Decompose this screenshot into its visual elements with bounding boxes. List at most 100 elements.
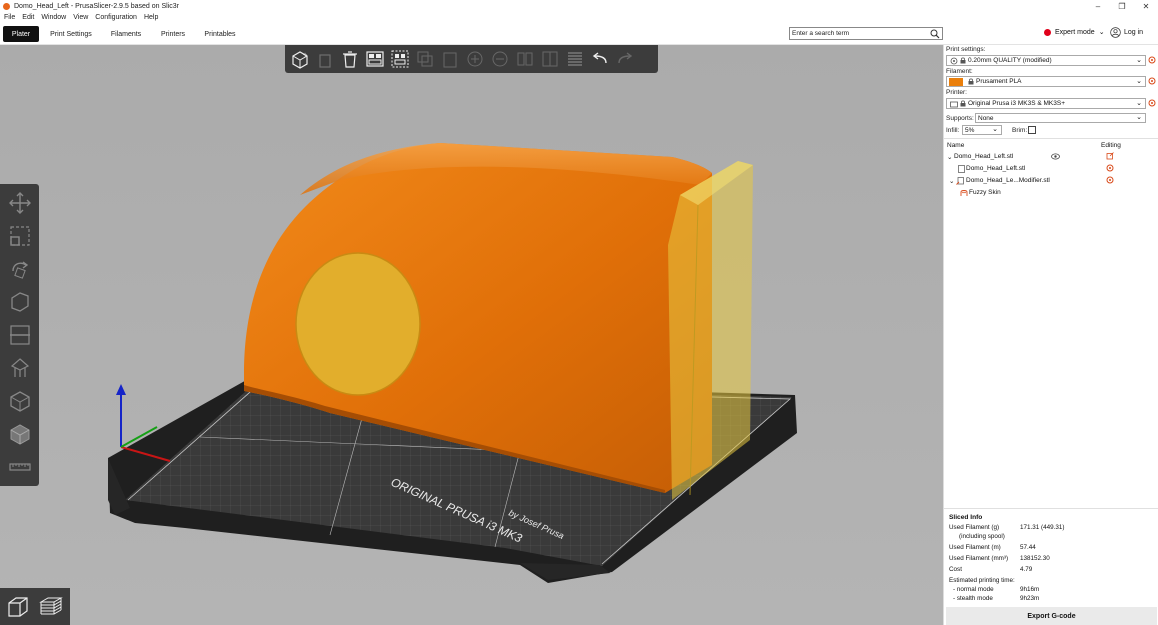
search-box[interactable]: [789, 27, 943, 40]
split-objects-button[interactable]: [514, 48, 536, 70]
menu-file[interactable]: File: [4, 14, 15, 21]
divider: [944, 138, 1158, 139]
supports-paint-button[interactable]: [6, 354, 34, 381]
cube-view-icon: [7, 596, 28, 617]
tab-printers[interactable]: Printers: [154, 26, 192, 42]
print-settings-combo[interactable]: 0.20mm QUALITY (modified) ⌄: [946, 55, 1146, 66]
menu-edit[interactable]: Edit: [22, 14, 34, 21]
layers-editing-button[interactable]: [564, 48, 586, 70]
maximize-button[interactable]: ❐: [1110, 0, 1134, 12]
prusaslicer-logo-icon: [3, 2, 10, 10]
settings-gear-icon[interactable]: [1106, 164, 1114, 172]
scale-tool-button[interactable]: [6, 222, 34, 249]
seam-paint-button[interactable]: [6, 387, 34, 414]
copy-button[interactable]: [414, 48, 436, 70]
rotate-tool-button[interactable]: [6, 255, 34, 282]
login-button[interactable]: Log in: [1110, 27, 1143, 38]
sliced-info-label: - normal mode: [953, 586, 994, 593]
brim-checkbox[interactable]: [1028, 126, 1036, 134]
window-title: Domo_Head_Left - PrusaSlicer-2.9.5 based…: [14, 2, 179, 10]
remove-instance-button[interactable]: [489, 48, 511, 70]
tab-printables[interactable]: Printables: [198, 26, 242, 42]
place-on-face-button[interactable]: [6, 288, 34, 315]
delete-button[interactable]: [314, 48, 336, 70]
arrange-icon: [366, 51, 384, 67]
cut-tool-button[interactable]: [6, 321, 34, 348]
sliced-info-value: 9h23m: [1020, 595, 1040, 602]
filament-label: Filament:: [946, 68, 973, 75]
arrange-selection-button[interactable]: [389, 48, 411, 70]
close-button[interactable]: ✕: [1134, 0, 1158, 12]
delete-all-button[interactable]: [339, 48, 361, 70]
print-settings-label: Print settings:: [946, 46, 986, 53]
expand-arrow-icon[interactable]: ⌄: [949, 177, 954, 185]
menu-help[interactable]: Help: [144, 14, 158, 21]
paste-button[interactable]: [439, 48, 461, 70]
export-gcode-button[interactable]: Export G-code: [946, 607, 1157, 625]
copy-icon: [417, 51, 433, 67]
divider: [944, 508, 1158, 509]
ruler-icon: [8, 462, 31, 471]
sliced-info-value: 57.44: [1020, 544, 1036, 551]
top-toolbar: +: [285, 45, 658, 73]
delete-icon: [319, 54, 331, 68]
tab-plater[interactable]: Plater: [3, 26, 39, 42]
printer-label: Printer:: [946, 89, 967, 96]
edit-print-settings-gear-icon[interactable]: [1148, 56, 1156, 64]
edit-printer-gear-icon[interactable]: [1148, 99, 1156, 107]
preview-button[interactable]: [37, 593, 64, 621]
mmu-paint-button[interactable]: [6, 420, 34, 447]
sliced-info-label: (including spool): [959, 533, 1005, 540]
search-icon[interactable]: [930, 29, 940, 39]
sliced-info-value: 4.79: [1020, 566, 1033, 573]
support-icon: [10, 357, 29, 377]
3d-viewport[interactable]: ORIGINAL PRUSA i3 MK3 by Josef Prusa +: [0, 45, 943, 625]
redo-icon: [618, 52, 633, 64]
menu-configuration[interactable]: Configuration: [95, 14, 137, 21]
redo-button[interactable]: [614, 48, 636, 70]
menu-window[interactable]: Window: [41, 14, 66, 21]
printer-combo[interactable]: Original Prusa i3 MK3S & MK3S+ ⌄: [946, 98, 1146, 109]
supports-label: Supports:: [946, 115, 974, 122]
search-input[interactable]: [790, 30, 928, 37]
eye-icon[interactable]: [1051, 153, 1060, 160]
add-object-button[interactable]: +: [289, 48, 311, 70]
title-bar: Domo_Head_Left - PrusaSlicer-2.9.5 based…: [0, 0, 1158, 12]
sliced-info-label: Used Filament (m): [949, 544, 1001, 551]
filament-combo[interactable]: Prusament PLA ⌄: [946, 76, 1146, 87]
expand-arrow-icon[interactable]: ⌄: [947, 153, 952, 161]
sliced-info-label: - stealth mode: [953, 595, 993, 602]
move-tool-button[interactable]: [6, 189, 34, 216]
minimize-button[interactable]: –: [1086, 0, 1110, 12]
object-list-editing-header: Editing: [1101, 142, 1121, 149]
split-parts-button[interactable]: [539, 48, 561, 70]
tab-print-settings[interactable]: Print Settings: [44, 26, 98, 42]
right-sidebar: Print settings: 0.20mm QUALITY (modified…: [943, 45, 1158, 625]
edit-filament-gear-icon[interactable]: [1148, 77, 1156, 85]
sliced-info: Sliced Info Used Filament (g) 171.31 (44…: [944, 510, 1158, 605]
add-instance-button[interactable]: [464, 48, 486, 70]
print-profile-gear-icon: [950, 57, 958, 64]
tab-filaments[interactable]: Filaments: [104, 26, 148, 42]
infill-combo[interactable]: 5% ⌄: [962, 125, 1002, 135]
menu-bar: File Edit Window View Configuration Help: [0, 12, 165, 23]
chevron-down-icon: ⌄: [1136, 78, 1142, 85]
3d-view-button[interactable]: [4, 593, 31, 621]
filament-color-swatch[interactable]: [949, 77, 963, 86]
part-icon: [958, 165, 965, 173]
scene-canvas[interactable]: ORIGINAL PRUSA i3 MK3 by Josef Prusa: [0, 45, 943, 625]
menu-view[interactable]: View: [73, 14, 88, 21]
sliced-info-label: Used Filament (mm³): [949, 555, 1009, 562]
settings-gear-icon[interactable]: [1106, 176, 1114, 184]
tab-bar: Plater Print Settings Filaments Printers…: [0, 23, 1158, 45]
undo-button[interactable]: [589, 48, 611, 70]
sliced-info-value: 171.31 (449.31): [1020, 524, 1065, 531]
modifier-icon: [956, 177, 964, 185]
measure-tool-button[interactable]: [6, 453, 34, 480]
place-on-face-icon: [10, 291, 29, 312]
arrange-button[interactable]: [364, 48, 386, 70]
edit-object-icon[interactable]: [1106, 152, 1114, 160]
mode-selector[interactable]: Expert mode ⌄: [1044, 28, 1105, 36]
supports-combo[interactable]: None ⌄: [975, 113, 1146, 123]
tree-item-label: Fuzzy Skin: [969, 189, 1001, 196]
